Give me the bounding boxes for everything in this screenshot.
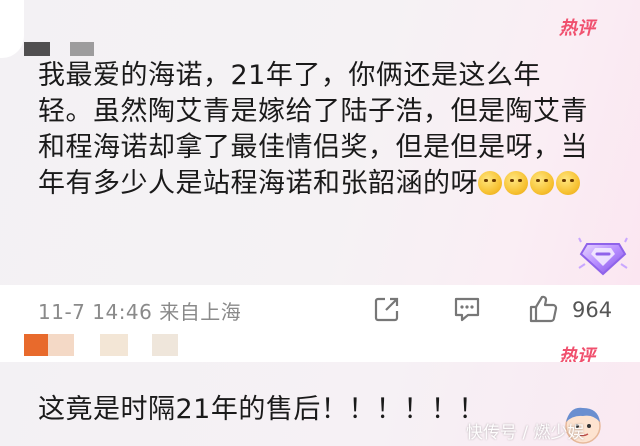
thinking-emoji-icon <box>478 171 502 195</box>
share-icon[interactable] <box>372 294 402 324</box>
like-count: 964 <box>572 298 613 322</box>
reply-icon[interactable] <box>452 294 482 324</box>
comment-meta: 11-7 14:46 来自上海 <box>38 296 241 325</box>
username-fragment <box>100 334 128 356</box>
username-fragment <box>48 334 74 356</box>
hot-comment-badge: 热评 <box>559 18 595 39</box>
username-fragment <box>70 42 94 56</box>
username-fragment <box>24 42 50 56</box>
comment-feed: 热评 我最爱的海诺，21年了，你俩还是这么年轻。虽然陶艾青是嫁给了陆子浩，但是陶… <box>0 0 640 446</box>
username-fragment <box>24 334 48 356</box>
username-fragment <box>152 334 178 356</box>
location: 来自上海 <box>159 300 242 324</box>
comment-text: 我最爱的海诺，21年了，你俩还是这么年轻。虽然陶艾青是嫁给了陆子浩，但是陶艾青和… <box>38 58 590 202</box>
thumbs-up-icon[interactable] <box>528 294 558 324</box>
thinking-emoji-icon <box>530 171 554 195</box>
diamond-medal-icon <box>578 237 628 276</box>
watermark: 快传号 / 燃少娱 <box>466 423 585 443</box>
comment-text: 这竟是时隔21年的售后！！！！！！ <box>38 394 486 425</box>
timestamp: 11-7 14:46 <box>38 300 153 324</box>
emoji-group <box>478 168 582 199</box>
thinking-emoji-icon <box>504 171 528 195</box>
thinking-emoji-icon <box>556 171 580 195</box>
